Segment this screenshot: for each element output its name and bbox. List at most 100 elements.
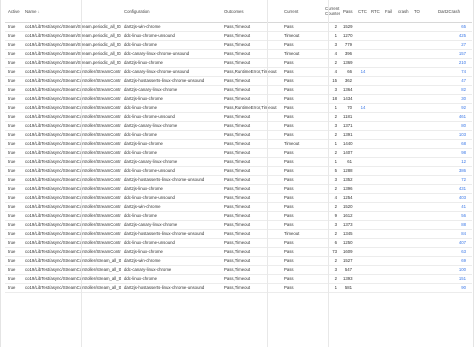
- table-row[interactable]: true co19/LibTest/async/StreamController/…: [5, 229, 472, 239]
- cell-current: Pass: [281, 103, 322, 113]
- cell-active: true: [5, 247, 22, 257]
- table-row[interactable]: true co19/LibTest/async/StreamController/…: [5, 76, 472, 86]
- table-row[interactable]: true co19/LibTest/async/StreamController/…: [5, 274, 472, 284]
- column-header-pass[interactable]: Pass: [340, 0, 355, 23]
- cell-dart2crash-link[interactable]: 157: [435, 49, 472, 59]
- cell-dart2crash-link[interactable]: 461: [435, 112, 472, 122]
- cell-dart2crash-link[interactable]: 82: [435, 85, 472, 95]
- table-row[interactable]: true co19/LibTest/async/StreamController/…: [5, 256, 472, 266]
- table-row[interactable]: true co19/LibTest/async/StreamController/…: [5, 283, 472, 293]
- column-header-active[interactable]: Active: [5, 0, 22, 23]
- table-row[interactable]: true co19/LibTest/async/StreamController/…: [5, 265, 472, 275]
- column-header-configuration[interactable]: Configuration: [121, 0, 221, 23]
- cell-name: co19/LibTest/async/StreamController/Stre…: [22, 220, 121, 230]
- column-header-name[interactable]: Name ↓: [22, 0, 121, 23]
- table-row[interactable]: true co19/LibTest/async/StreamController/…: [5, 166, 472, 176]
- cell-dart2crash-link[interactable]: 425: [435, 31, 472, 41]
- column-header-dart2crash[interactable]: Dart2Crash: [435, 0, 472, 23]
- cell-dart2crash-link[interactable]: 27: [435, 40, 472, 50]
- table-row[interactable]: true co19/LibTest/async/StreamController/…: [5, 67, 472, 77]
- cell-dart2crash-link[interactable]: 151: [435, 274, 472, 284]
- cell-dart2crash-link[interactable]: 403: [435, 193, 472, 203]
- table-row[interactable]: true co19/LibTest/async/StreamController/…: [5, 112, 472, 122]
- cell-rtc: [368, 265, 382, 275]
- cell-dart2crash-link[interactable]: 98: [435, 148, 472, 158]
- table-row[interactable]: true co19/LibTest/async/StreamController/…: [5, 238, 472, 248]
- cell-dart2crash-link[interactable]: 80: [435, 121, 472, 131]
- table-row[interactable]: true co19/LibTest/async/Stream/Stream.per…: [5, 31, 472, 41]
- cell-dart2crash-link[interactable]: 103: [435, 130, 472, 140]
- cell-dart2crash-link[interactable]: 30: [435, 94, 472, 104]
- cell-crash: [395, 211, 411, 221]
- table-row[interactable]: true co19/LibTest/async/StreamController/…: [5, 202, 472, 212]
- cell-dart2crash-link[interactable]: 41: [435, 202, 472, 212]
- cell-pass: 66: [340, 67, 355, 77]
- column-header-to[interactable]: TO: [411, 0, 435, 23]
- table-row[interactable]: true co19/LibTest/async/StreamController/…: [5, 121, 472, 131]
- cell-active: true: [5, 49, 22, 59]
- cell-dart2crash-link[interactable]: 68: [435, 139, 472, 149]
- column-header-rtc[interactable]: RTC: [368, 0, 382, 23]
- cell-rtc: [368, 94, 382, 104]
- table-row[interactable]: true co19/LibTest/async/Stream/Stream.per…: [5, 40, 472, 50]
- cell-name: co19/LibTest/async/StreamController/Stre…: [22, 148, 121, 158]
- cell-current-counter: 2: [322, 184, 340, 194]
- sort-arrow-icon[interactable]: ↓: [38, 9, 40, 14]
- table-row[interactable]: true co19/LibTest/async/StreamController/…: [5, 184, 472, 194]
- table-row[interactable]: true co19/LibTest/async/Stream/Stream.per…: [5, 58, 472, 68]
- cell-fail: [382, 283, 395, 293]
- column-header-current[interactable]: Current: [281, 0, 322, 23]
- cell-dart2crash-link[interactable]: 88: [435, 220, 472, 230]
- column-header-crash[interactable]: crash: [395, 0, 411, 23]
- cell-active: true: [5, 211, 22, 221]
- cell-dart2crash-link[interactable]: 386: [435, 166, 472, 176]
- cell-dart2crash-link[interactable]: 47: [435, 76, 472, 86]
- cell-active: true: [5, 31, 22, 41]
- cell-crash: [395, 76, 411, 86]
- table-row[interactable]: true co19/LibTest/async/Stream/Stream.per…: [5, 22, 472, 32]
- cell-crash: [395, 31, 411, 41]
- column-header-current-counter[interactable]: Current Counter: [322, 0, 340, 23]
- table-row[interactable]: true co19/LibTest/async/StreamController/…: [5, 247, 472, 257]
- cell-dart2crash-link[interactable]: 72: [435, 175, 472, 185]
- cell-dart2crash-link[interactable]: 69: [435, 256, 472, 266]
- cell-outcomes: Pass,Timeout: [221, 130, 281, 140]
- cell-dart2crash-link[interactable]: 65: [435, 22, 472, 32]
- cell-current-counter: 2: [322, 202, 340, 212]
- column-header-ctc[interactable]: CTC: [355, 0, 368, 23]
- cell-dart2crash-link[interactable]: 100: [435, 265, 472, 275]
- cell-fail: [382, 184, 395, 194]
- cell-crash: [395, 85, 411, 95]
- cell-rtc: [368, 193, 382, 203]
- table-row[interactable]: true co19/LibTest/async/StreamController/…: [5, 85, 472, 95]
- cell-crash: [395, 166, 411, 176]
- cell-dart2crash-link[interactable]: 210: [435, 58, 472, 68]
- table-row[interactable]: true co19/LibTest/async/StreamController/…: [5, 175, 472, 185]
- cell-configuration: dart2js-linux-chrome: [121, 94, 221, 104]
- cell-pass: 1609: [340, 247, 355, 257]
- cell-dart2crash-link[interactable]: 56: [435, 211, 472, 221]
- cell-dart2crash-link[interactable]: 63: [435, 247, 472, 257]
- cell-current-counter: 1: [322, 103, 340, 113]
- column-header-fail[interactable]: Fail: [382, 0, 395, 23]
- table-row[interactable]: true co19/LibTest/async/StreamController/…: [5, 130, 472, 140]
- cell-dart2crash-link[interactable]: 84: [435, 229, 472, 239]
- cell-ctc: [355, 85, 368, 95]
- cell-dart2crash-link[interactable]: 431: [435, 184, 472, 194]
- cell-dart2crash-link[interactable]: 74: [435, 67, 472, 77]
- table-row[interactable]: true co19/LibTest/async/StreamController/…: [5, 220, 472, 230]
- table-row[interactable]: true co19/LibTest/async/Stream/Stream.per…: [5, 49, 472, 59]
- cell-dart2crash-link[interactable]: 407: [435, 238, 472, 248]
- cell-dart2crash-link[interactable]: 90: [435, 283, 472, 293]
- table-row[interactable]: true co19/LibTest/async/StreamController/…: [5, 148, 472, 158]
- table-row[interactable]: true co19/LibTest/async/StreamController/…: [5, 94, 472, 104]
- cell-outcomes: Pass,Timeout: [221, 139, 281, 149]
- table-row[interactable]: true co19/LibTest/async/StreamController/…: [5, 193, 472, 203]
- table-row[interactable]: true co19/LibTest/async/StreamController/…: [5, 139, 472, 149]
- table-row[interactable]: true co19/LibTest/async/StreamController/…: [5, 211, 472, 221]
- cell-dart2crash-link[interactable]: 92: [435, 103, 472, 113]
- cell-dart2crash-link[interactable]: 12: [435, 157, 472, 167]
- table-row[interactable]: true co19/LibTest/async/StreamController/…: [5, 157, 472, 167]
- table-row[interactable]: true co19/LibTest/async/StreamController/…: [5, 103, 472, 113]
- column-header-outcomes[interactable]: Outcomes: [221, 0, 281, 23]
